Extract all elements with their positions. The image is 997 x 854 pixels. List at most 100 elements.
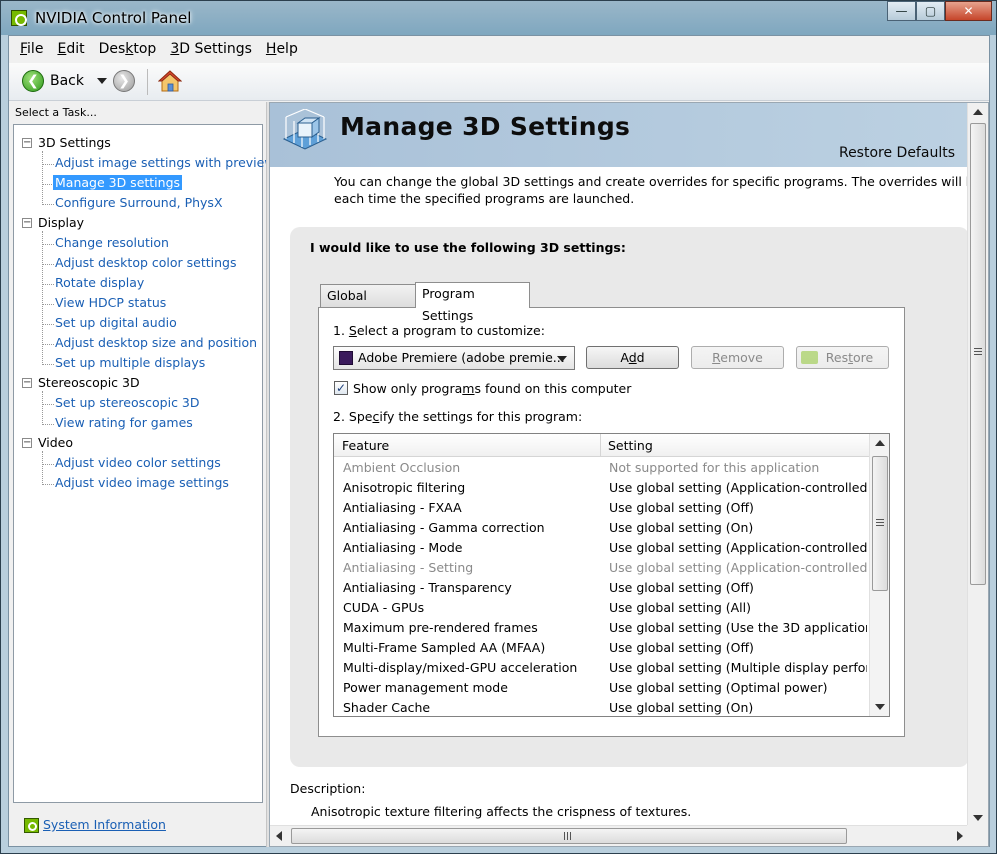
tree-task-link[interactable]: Adjust desktop color settings <box>55 255 236 270</box>
label-part: 1. <box>333 323 349 338</box>
grid-row[interactable]: Maximum pre-rendered frames Use global se… <box>334 618 869 638</box>
tree-task-link[interactable]: Adjust image settings with preview <box>55 155 275 170</box>
content-vertical-thumb[interactable] <box>970 123 986 585</box>
menu-item[interactable]: 3D Settings <box>163 41 259 57</box>
content-horizontal-scrollbar[interactable] <box>270 825 969 846</box>
grid-scrollbar[interactable] <box>869 434 889 716</box>
setting-cell[interactable]: Use global setting (Off) <box>609 640 867 655</box>
menu-item[interactable]: File <box>13 41 50 57</box>
scroll-down-arrow-icon[interactable] <box>973 815 983 821</box>
grid-row[interactable]: Antialiasing - Setting Use global setting… <box>334 558 869 578</box>
collapse-box-icon[interactable]: − <box>22 138 32 148</box>
grid-row[interactable]: Power management mode Use global setting … <box>334 678 869 698</box>
grid-row[interactable]: Multi-Frame Sampled AA (MFAA) Use global … <box>334 638 869 658</box>
feature-cell: Anisotropic filtering <box>343 480 466 495</box>
grid-row[interactable]: Shader Cache Use global setting (On) <box>334 698 869 716</box>
setting-cell[interactable]: Use global setting (Application-controll… <box>609 540 867 555</box>
grid-scroll-thumb[interactable] <box>872 456 888 591</box>
grid-row[interactable]: Antialiasing - Mode Use global setting (A… <box>334 538 869 558</box>
menu-item[interactable]: Desktop <box>92 41 164 57</box>
feature-cell: Shader Cache <box>343 700 431 715</box>
3d-settings-icon <box>282 109 328 150</box>
grid-row[interactable]: Antialiasing - FXAA Use global setting (O… <box>334 498 869 518</box>
back-arrow-icon[interactable]: ❮ <box>22 70 44 92</box>
tree-task-link[interactable]: View rating for games <box>55 415 193 430</box>
remove-program-button[interactable]: Remove <box>691 346 784 369</box>
setting-cell[interactable]: Not supported for this application <box>609 460 867 475</box>
scroll-right-arrow-icon[interactable] <box>957 831 963 841</box>
title-bar[interactable]: NVIDIA Control Panel — ▢ ✕ <box>1 1 996 35</box>
menu-item[interactable]: Help <box>259 41 305 57</box>
column-header-setting[interactable]: Setting <box>608 438 653 453</box>
tree-task-link[interactable]: Configure Surround, PhysX <box>55 195 223 210</box>
back-history-dropdown-icon[interactable] <box>97 78 107 84</box>
program-select[interactable]: Adobe Premiere (adobe premie... <box>333 346 575 370</box>
tree-category[interactable]: Display <box>38 215 84 230</box>
tree-line <box>42 404 54 405</box>
setting-cell[interactable]: Use global setting (On) <box>609 700 867 715</box>
collapse-box-icon[interactable]: − <box>22 218 32 228</box>
collapse-box-icon[interactable]: − <box>22 438 32 448</box>
setting-cell[interactable]: Use global setting (Off) <box>609 500 867 515</box>
forward-arrow-icon[interactable]: ❯ <box>113 70 135 92</box>
tree-task-link[interactable]: Set up stereoscopic 3D <box>55 395 200 410</box>
tree-task-link[interactable]: Adjust desktop size and position <box>55 335 257 350</box>
home-icon[interactable] <box>158 69 182 93</box>
system-information-link[interactable]: System Information <box>43 817 166 832</box>
tree-task-link[interactable]: View HDCP status <box>55 295 166 310</box>
feature-cell: Antialiasing - Mode <box>343 540 463 555</box>
setting-cell[interactable]: Use global setting (Optimal power) <box>609 680 867 695</box>
setting-cell[interactable]: Use global setting (Multiple display per… <box>609 660 867 675</box>
tree-task-link[interactable]: Adjust video image settings <box>55 475 229 490</box>
show-only-programs-checkbox[interactable]: ✓ <box>334 381 348 395</box>
scroll-up-arrow-icon[interactable] <box>973 109 983 115</box>
tree-task-link[interactable]: Manage 3D settings <box>53 175 183 190</box>
grid-row[interactable]: Ambient Occlusion Not supported for this … <box>334 458 869 478</box>
minimize-button[interactable]: — <box>887 1 916 21</box>
grid-row[interactable]: CUDA - GPUs Use global setting (All) <box>334 598 869 618</box>
tree-category[interactable]: 3D Settings <box>38 135 111 150</box>
column-header-feature[interactable]: Feature <box>342 438 389 453</box>
grid-row[interactable]: Antialiasing - Gamma correction Use globa… <box>334 518 869 538</box>
setting-cell[interactable]: Use global setting (Use the 3D applicati… <box>609 620 867 635</box>
tree-line <box>42 464 54 465</box>
content-horizontal-thumb[interactable] <box>291 828 847 844</box>
restore-defaults-link[interactable]: Restore Defaults <box>839 145 955 161</box>
setting-cell[interactable]: Use global setting (Application-controll… <box>609 560 867 575</box>
add-program-button[interactable]: Add <box>586 346 679 369</box>
tree-task-link[interactable]: Set up digital audio <box>55 315 177 330</box>
scroll-down-arrow-icon[interactable] <box>875 704 885 710</box>
collapse-box-icon[interactable]: − <box>22 378 32 388</box>
tab-program-settings[interactable]: Program Settings <box>415 282 530 323</box>
show-only-programs-label[interactable]: Show only programs found on this compute… <box>353 381 631 396</box>
setting-cell[interactable]: Use global setting (On) <box>609 520 867 535</box>
maximize-button[interactable]: ▢ <box>916 1 945 21</box>
tree-line <box>42 284 54 285</box>
column-separator[interactable] <box>600 434 601 457</box>
scroll-up-arrow-icon[interactable] <box>875 440 885 446</box>
system-info-icon[interactable] <box>24 818 39 833</box>
label-part: 2. Spe <box>333 409 373 424</box>
setting-cell[interactable]: Use global setting (Application-controll… <box>609 480 867 495</box>
menu-item[interactable]: Edit <box>50 41 91 57</box>
setting-cell[interactable]: Use global setting (Off) <box>609 580 867 595</box>
setting-cell[interactable]: Use global setting (All) <box>609 600 867 615</box>
restore-program-button[interactable]: Restore <box>796 346 889 369</box>
grid-row[interactable]: Anisotropic filtering Use global setting … <box>334 478 869 498</box>
scroll-left-arrow-icon[interactable] <box>276 831 282 841</box>
tree-task-link[interactable]: Change resolution <box>55 235 169 250</box>
tab-global-settings[interactable]: Global Settings <box>320 284 416 325</box>
select-task-label: Select a Task... <box>15 106 97 119</box>
tree-task-link[interactable]: Adjust video color settings <box>55 455 221 470</box>
close-button[interactable]: ✕ <box>945 1 992 21</box>
grid-row[interactable]: Antialiasing - Transparency Use global se… <box>334 578 869 598</box>
window-title: NVIDIA Control Panel <box>35 9 192 27</box>
grid-row[interactable]: Multi-display/mixed-GPU acceleration Use … <box>334 658 869 678</box>
back-button[interactable]: Back <box>50 73 84 89</box>
tree-task-link[interactable]: Set up multiple displays <box>55 355 205 370</box>
tree-line <box>42 451 43 485</box>
tree-category[interactable]: Stereoscopic 3D <box>38 375 140 390</box>
tree-task-link[interactable]: Rotate display <box>55 275 144 290</box>
content-vertical-scrollbar[interactable] <box>967 103 988 827</box>
tree-category[interactable]: Video <box>38 435 73 450</box>
